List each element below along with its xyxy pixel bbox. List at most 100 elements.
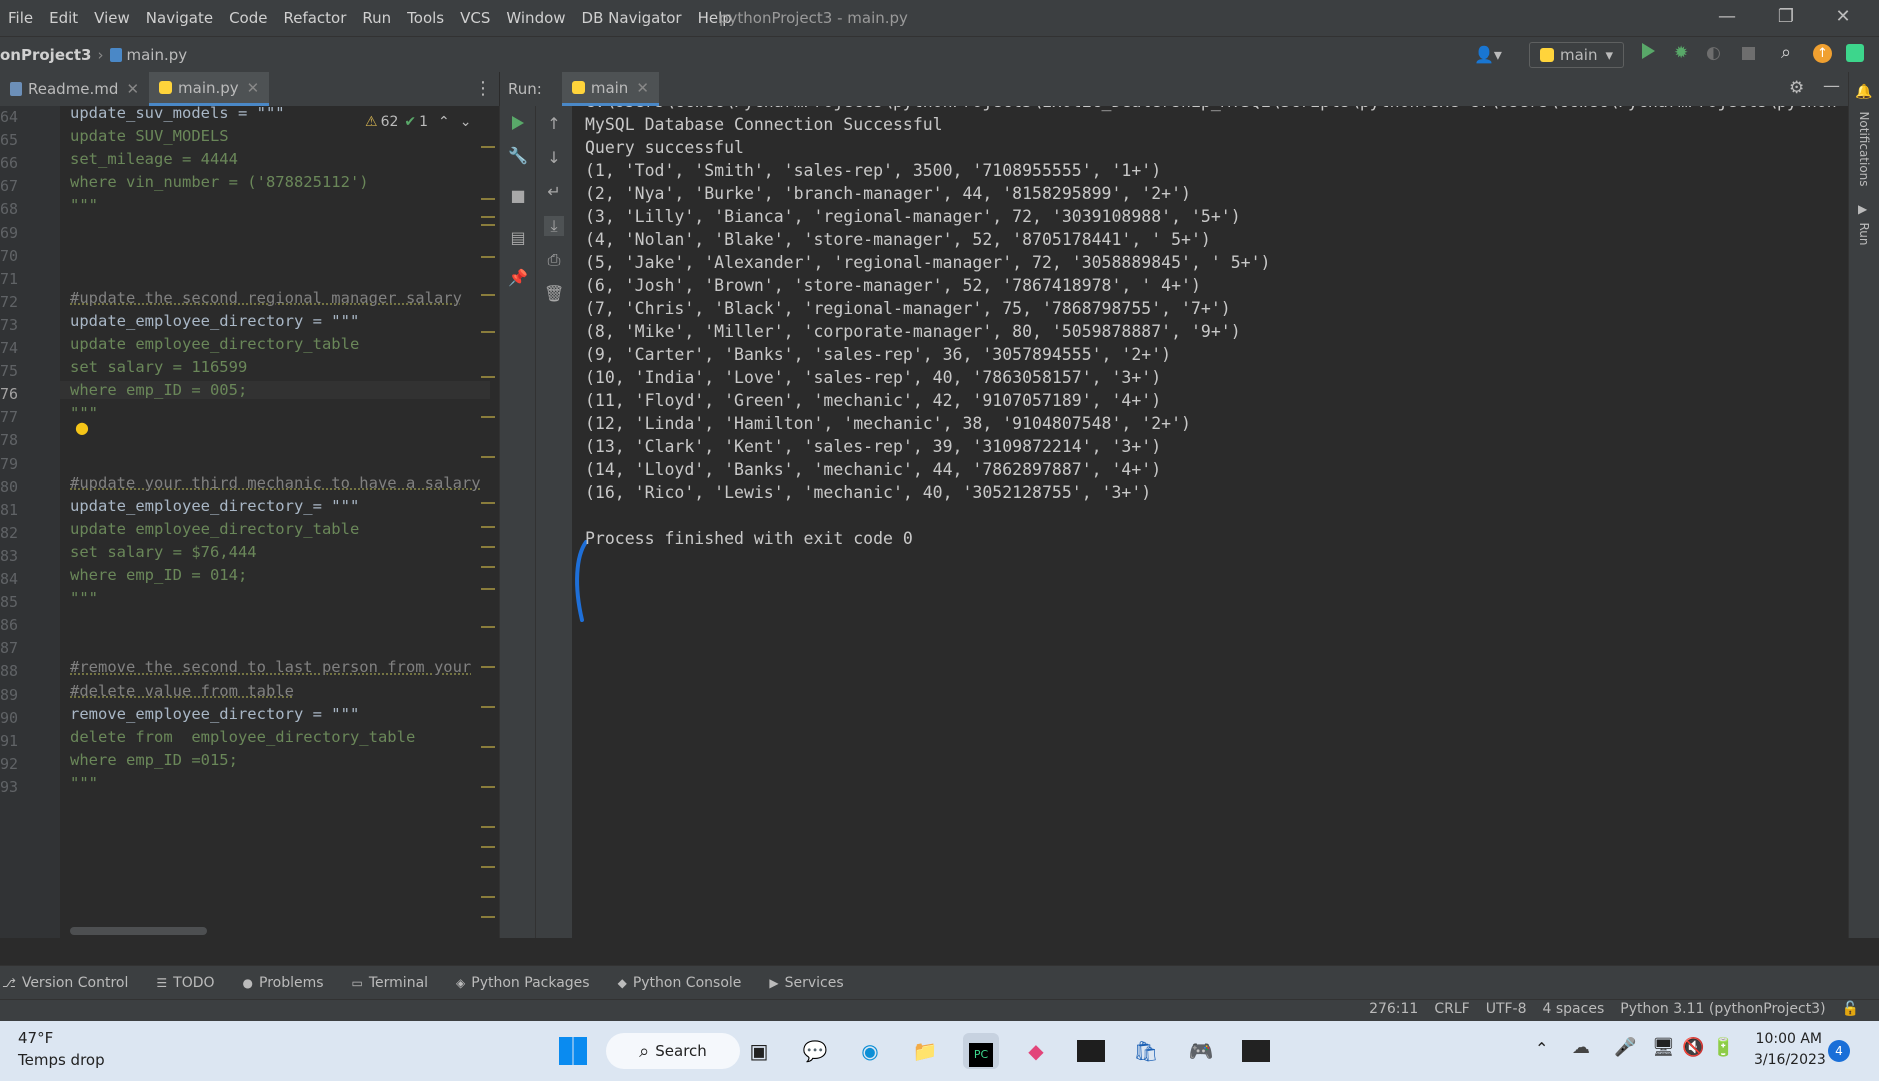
warning-marker[interactable] <box>481 294 495 296</box>
lock-icon[interactable]: 🔓 <box>1842 1001 1859 1017</box>
warning-marker[interactable] <box>481 826 495 828</box>
warning-marker[interactable] <box>481 866 495 868</box>
cursor-position[interactable]: 276:11 <box>1369 1001 1418 1017</box>
weather-desc[interactable]: Temps drop <box>18 1051 105 1069</box>
battery-icon[interactable]: 🔋 <box>1712 1037 1734 1058</box>
print-icon[interactable]: ⎙ <box>544 250 564 270</box>
python-interpreter[interactable]: Python 3.11 (pythonProject3) <box>1620 1001 1825 1017</box>
menu-vcs[interactable]: VCS <box>460 9 490 27</box>
notifications-tab[interactable]: Notifications <box>1857 94 1871 204</box>
code-editor[interactable]: ⚠ 62 ✔ 1 ⌃ ⌄ ● update_suv_models = """ up… <box>60 106 499 938</box>
error-stripe[interactable] <box>481 146 495 936</box>
warning-marker[interactable] <box>481 456 495 458</box>
inspection-widget[interactable]: ⚠ 62 ✔ 1 ⌃ ⌄ <box>365 114 472 130</box>
task-view-icon[interactable]: ▣ <box>741 1033 777 1069</box>
jetbrains-icon[interactable] <box>1846 44 1864 62</box>
tool-tab-version-control[interactable]: ⎇ Version Control <box>2 975 128 991</box>
chevron-up-icon[interactable]: ⌃ <box>1535 1039 1548 1058</box>
run-side-tab[interactable]: Run <box>1857 209 1871 259</box>
warning-marker[interactable] <box>481 706 495 708</box>
warning-marker[interactable] <box>481 846 495 848</box>
tool-tab-terminal[interactable]: ▭ Terminal <box>352 975 429 991</box>
coverage-icon[interactable]: ◐ <box>1706 43 1721 63</box>
windows-start-icon[interactable] <box>555 1033 591 1069</box>
file-encoding[interactable]: UTF-8 <box>1486 1001 1527 1017</box>
warning-marker[interactable] <box>481 198 495 200</box>
tool-tab-services[interactable]: ▶ Services <box>769 975 843 991</box>
close-icon[interactable]: ✕ <box>636 79 649 97</box>
chevron-down-icon[interactable]: ⌄ <box>460 114 472 130</box>
warning-marker[interactable] <box>481 224 495 226</box>
menu-tools[interactable]: Tools <box>407 9 444 27</box>
tool-tab-todo[interactable]: ☰ TODO <box>156 975 214 991</box>
stop-icon[interactable] <box>1742 47 1755 60</box>
app-icon[interactable]: ◆ <box>1018 1033 1054 1069</box>
run-config-select[interactable]: main ▾ <box>1529 42 1625 68</box>
warning-marker[interactable] <box>481 896 495 898</box>
rerun-icon[interactable] <box>512 116 524 130</box>
notification-count[interactable]: 4 <box>1828 1040 1850 1062</box>
breadcrumb-file[interactable]: main.py <box>127 46 188 64</box>
menu-view[interactable]: View <box>94 9 130 27</box>
menu-file[interactable]: File <box>8 9 33 27</box>
layout-icon[interactable]: ▤ <box>508 228 528 248</box>
scroll-to-end-icon[interactable]: ⤓ <box>544 216 564 236</box>
soft-wrap-icon[interactable]: ↵ <box>544 182 564 202</box>
warning-marker[interactable] <box>481 546 495 548</box>
weather-temp[interactable]: 47°F <box>18 1029 53 1047</box>
network-icon[interactable]: 🖥 <box>1652 1037 1675 1058</box>
tool-tab-python-packages[interactable]: ◈ Python Packages <box>456 975 590 991</box>
arrow-down-icon[interactable]: ↓ <box>544 148 564 168</box>
taskbar-search[interactable]: ⌕ Search <box>606 1033 740 1069</box>
run-icon[interactable] <box>1642 43 1655 59</box>
menu-window[interactable]: Window <box>506 9 565 27</box>
gear-icon[interactable]: ⚙ <box>1789 78 1804 98</box>
debug-icon[interactable]: ✹ <box>1674 43 1688 63</box>
user-icon[interactable]: 👤▾ <box>1474 45 1502 64</box>
minimize-panel-icon[interactable]: — <box>1823 76 1840 96</box>
tab-readme[interactable]: Readme.md ✕ <box>0 72 149 106</box>
warning-marker[interactable] <box>481 376 495 378</box>
terminal-icon[interactable] <box>1238 1033 1274 1069</box>
warning-marker[interactable] <box>481 526 495 528</box>
warning-marker[interactable] <box>481 146 495 148</box>
menu-edit[interactable]: Edit <box>49 9 78 27</box>
stop-icon[interactable]: ■ <box>508 186 528 206</box>
warning-marker[interactable] <box>481 786 495 788</box>
warning-marker[interactable] <box>481 916 495 918</box>
mysql-icon[interactable] <box>1073 1033 1109 1069</box>
warning-marker[interactable] <box>481 216 495 218</box>
onedrive-icon[interactable]: ☁ <box>1572 1037 1590 1058</box>
update-icon[interactable]: ↑ <box>1813 44 1832 63</box>
close-icon[interactable]: ✕ <box>247 79 260 97</box>
menu-refactor[interactable]: Refactor <box>283 9 346 27</box>
clock-date[interactable]: 3/16/2023 <box>1754 1052 1826 1068</box>
pycharm-icon[interactable]: PC <box>963 1033 999 1069</box>
tab-main-py[interactable]: main.py ✕ <box>149 72 270 106</box>
edge-icon[interactable]: ◉ <box>852 1033 888 1069</box>
close-icon[interactable]: ✕ <box>126 80 139 98</box>
indent-setting[interactable]: 4 spaces <box>1543 1001 1605 1017</box>
store-icon[interactable]: 🛍 <box>1128 1033 1164 1069</box>
chevron-up-icon[interactable]: ⌃ <box>438 114 450 130</box>
menu-run[interactable]: Run <box>362 9 391 27</box>
discord-icon[interactable]: 🎮 <box>1183 1033 1219 1069</box>
tool-tab-problems[interactable]: ● Problems <box>243 975 324 991</box>
search-icon[interactable]: ⌕ <box>1781 42 1791 63</box>
restore-icon[interactable]: ❐ <box>1775 6 1797 28</box>
more-icon[interactable]: ⋮ <box>474 78 492 99</box>
wrench-icon[interactable]: 🔧 <box>508 146 528 166</box>
tool-tab-python-console[interactable]: ◆ Python Console <box>618 975 742 991</box>
warning-marker[interactable] <box>481 502 495 504</box>
warning-marker[interactable] <box>481 666 495 668</box>
warning-marker[interactable] <box>481 416 495 418</box>
warning-marker[interactable] <box>481 256 495 258</box>
menu-navigate[interactable]: Navigate <box>146 9 213 27</box>
line-separator[interactable]: CRLF <box>1434 1001 1469 1017</box>
warning-marker[interactable] <box>481 588 495 590</box>
volume-icon[interactable]: 🔇 <box>1682 1037 1704 1058</box>
microphone-icon[interactable]: 🎤 <box>1614 1037 1636 1058</box>
arrow-up-icon[interactable]: ↑ <box>544 114 564 134</box>
warning-marker[interactable] <box>481 746 495 748</box>
pin-icon[interactable]: 📌 <box>508 268 528 288</box>
